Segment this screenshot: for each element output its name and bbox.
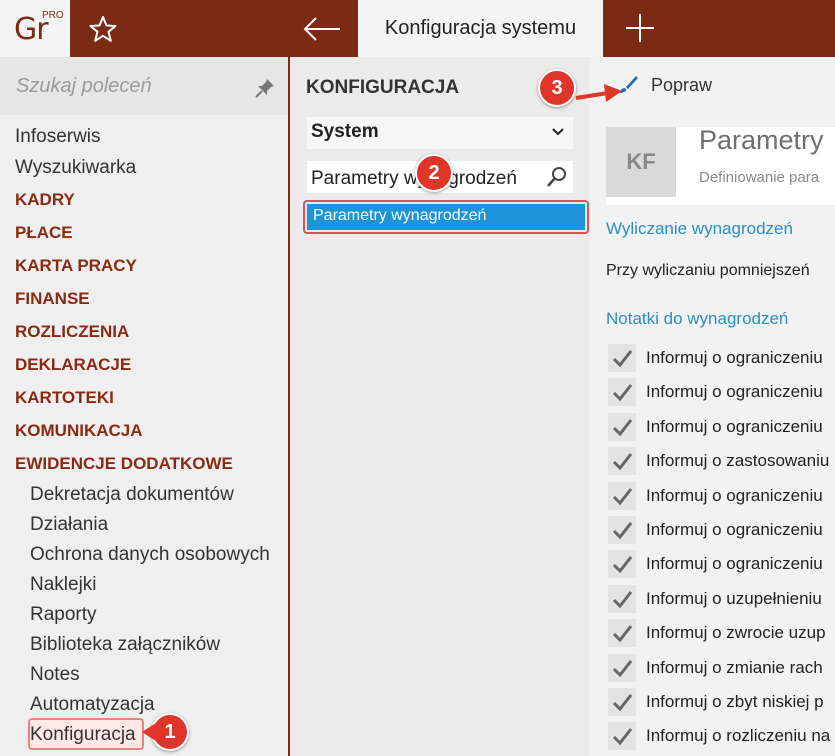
sidebar: Szukaj poleceń Infoserwis Wyszukiwarka K… <box>0 57 288 756</box>
checkbox-row[interactable]: Informuj o zastosowaniu <box>608 447 835 476</box>
checkmark-icon <box>612 453 633 471</box>
sidebar-subitem-dzialania[interactable]: Działania <box>30 514 108 536</box>
checkbox-row[interactable]: Informuj o uzupełnieniu <box>608 584 835 613</box>
tab-konfiguracja-systemu[interactable]: Konfiguracja systemu <box>358 0 603 57</box>
star-icon[interactable] <box>86 12 120 46</box>
section-wyliczanie[interactable]: Wyliczanie wynagrodzeń <box>606 219 793 239</box>
checkbox[interactable] <box>608 344 636 372</box>
checkbox-label: Informuj o zbyt niskiej p <box>646 692 824 711</box>
sidebar-subitem-notes[interactable]: Notes <box>30 664 80 686</box>
checkbox-label: Informuj o zastosowaniu <box>646 451 830 471</box>
checkbox[interactable] <box>608 550 636 579</box>
sidebar-item-place[interactable]: PŁACE <box>15 223 73 243</box>
logo-pro-badge: PRO <box>42 10 64 21</box>
checkbox-row[interactable]: Informuj o zmianie rach <box>608 653 835 682</box>
checkbox[interactable] <box>608 653 636 682</box>
checkbox-row[interactable]: Informuj o zwrocie uzup <box>608 619 835 648</box>
checkbox-label: Informuj o ograniczeniu <box>646 348 823 367</box>
chevron-down-icon <box>552 128 564 136</box>
checkbox[interactable] <box>608 584 636 613</box>
checkbox-label: Informuj o ograniczeniu <box>646 485 823 505</box>
checkbox-label: Informuj o zwrocie uzup <box>646 623 826 643</box>
sidebar-item-kadry[interactable]: KADRY <box>15 190 75 210</box>
checkbox-label: Informuj o ograniczeniu <box>646 520 823 539</box>
popraw-button[interactable]: Popraw <box>651 75 712 96</box>
callout-2: 2 <box>415 154 453 192</box>
list-item-label: Parametry wynagrodzeń <box>307 204 585 230</box>
sidebar-item-ewidencje-dodatkowe[interactable]: EWIDENCJE DODATKOWE <box>15 454 233 474</box>
checkmark-icon <box>612 487 633 505</box>
checkbox-row[interactable]: Informuj o ograniczeniu <box>608 412 835 441</box>
kf-badge: KF <box>606 127 676 197</box>
checkmark-icon <box>612 418 633 437</box>
dropdown-value: System <box>311 121 379 142</box>
checkbox-row[interactable]: Informuj o ograniczeniu <box>608 378 835 407</box>
callout-1-pointer <box>142 723 156 741</box>
checkmark-icon <box>612 694 633 712</box>
top-bar: Gr PRO Konfiguracja systemu <box>0 0 835 57</box>
details-title: Parametry <box>699 125 824 155</box>
sidebar-item-deklaracje[interactable]: DEKLARACJE <box>15 355 131 375</box>
plus-icon[interactable] <box>622 10 658 46</box>
sidebar-item-finanse[interactable]: FINANSE <box>15 289 90 309</box>
checkmark-icon <box>612 384 633 402</box>
details-panel: Popraw KF Parametry Definiowanie para Wy… <box>590 57 835 756</box>
checkbox[interactable] <box>608 722 636 751</box>
sidebar-subitem-biblioteka[interactable]: Biblioteka załączników <box>30 634 220 656</box>
checkmark-icon <box>612 728 633 746</box>
checkbox-row[interactable]: Informuj o zbyt niskiej p <box>608 688 835 716</box>
checkbox[interactable] <box>608 688 636 716</box>
wyliczanie-text: Przy wyliczaniu pomniejszeń <box>606 262 810 279</box>
sidebar-subitem-dekretacja[interactable]: Dekretacja dokumentów <box>30 484 234 506</box>
checkbox-row[interactable]: Informuj o ograniczeniu <box>608 516 835 544</box>
checkbox[interactable] <box>608 447 636 476</box>
sidebar-item-rozliczenia[interactable]: ROZLICZENIA <box>15 322 129 342</box>
sidebar-item-komunikacja[interactable]: KOMUNIKACJA <box>15 421 143 441</box>
checkbox[interactable] <box>608 619 636 648</box>
search-icon[interactable] <box>545 165 569 189</box>
sidebar-subitem-automatyzacja[interactable]: Automatyzacja <box>30 694 155 716</box>
pin-icon[interactable] <box>254 77 276 99</box>
checkmark-icon <box>612 522 633 540</box>
sidebar-item-karta-pracy[interactable]: KARTA PRACY <box>15 256 137 276</box>
checkbox[interactable] <box>608 412 636 441</box>
checkbox-row[interactable]: Informuj o ograniczeniu <box>608 550 835 579</box>
sidebar-subitem-konfiguracja[interactable]: Konfiguracja <box>30 724 136 746</box>
checkmark-icon <box>612 590 633 609</box>
checkbox-row[interactable]: Informuj o ograniczeniu <box>608 344 835 372</box>
section-notatki[interactable]: Notatki do wynagrodzeń <box>606 309 788 329</box>
checkbox-row[interactable]: Informuj o ograniczeniu <box>608 481 835 510</box>
checkbox-label: Informuj o ograniczeniu <box>646 382 823 402</box>
checkbox-label: Informuj o zmianie rach <box>646 657 823 677</box>
checkbox-row[interactable]: Informuj o rozliczeniu na <box>608 722 835 751</box>
checkbox[interactable] <box>608 378 636 407</box>
checkbox-label: Informuj o rozliczeniu na <box>646 726 831 746</box>
sidebar-item-wyszukiwarka[interactable]: Wyszukiwarka <box>15 157 136 179</box>
sidebar-subitem-ochrona-danych[interactable]: Ochrona danych osobowych <box>30 544 270 566</box>
sidebar-subitem-naklejki[interactable]: Naklejki <box>30 574 97 596</box>
checkmark-icon <box>612 350 633 368</box>
checkbox-label: Informuj o uzupełnieniu <box>646 588 822 608</box>
search-input[interactable]: Szukaj poleceń <box>16 75 152 98</box>
callout-3-arrow <box>575 84 622 102</box>
checkbox-label: Informuj o ograniczeniu <box>646 416 823 436</box>
checkmark-icon <box>612 659 633 677</box>
callout-1: 1 <box>151 713 189 751</box>
details-subtitle: Definiowanie para <box>699 169 820 186</box>
checkbox[interactable] <box>608 516 636 544</box>
checkbox[interactable] <box>608 481 636 510</box>
checkmark-icon <box>612 625 633 643</box>
sidebar-subitem-raporty[interactable]: Raporty <box>30 604 97 626</box>
sidebar-item-kartoteki[interactable]: KARTOTEKI <box>15 388 114 408</box>
checkbox-label: Informuj o ograniczeniu <box>646 554 823 574</box>
filter-value: Parametry wynagrodzeń <box>311 168 517 189</box>
sidebar-item-infoserwis[interactable]: Infoserwis <box>15 126 101 148</box>
back-arrow-icon[interactable] <box>300 12 344 46</box>
command-search[interactable]: Szukaj poleceń <box>0 57 288 115</box>
app-logo[interactable]: Gr PRO <box>0 0 70 57</box>
panel-title: KONFIGURACJA <box>306 77 460 98</box>
selected-list-item[interactable]: Parametry wynagrodzeń <box>303 200 589 234</box>
checkmark-icon <box>612 556 633 574</box>
category-dropdown[interactable]: System <box>307 117 573 149</box>
